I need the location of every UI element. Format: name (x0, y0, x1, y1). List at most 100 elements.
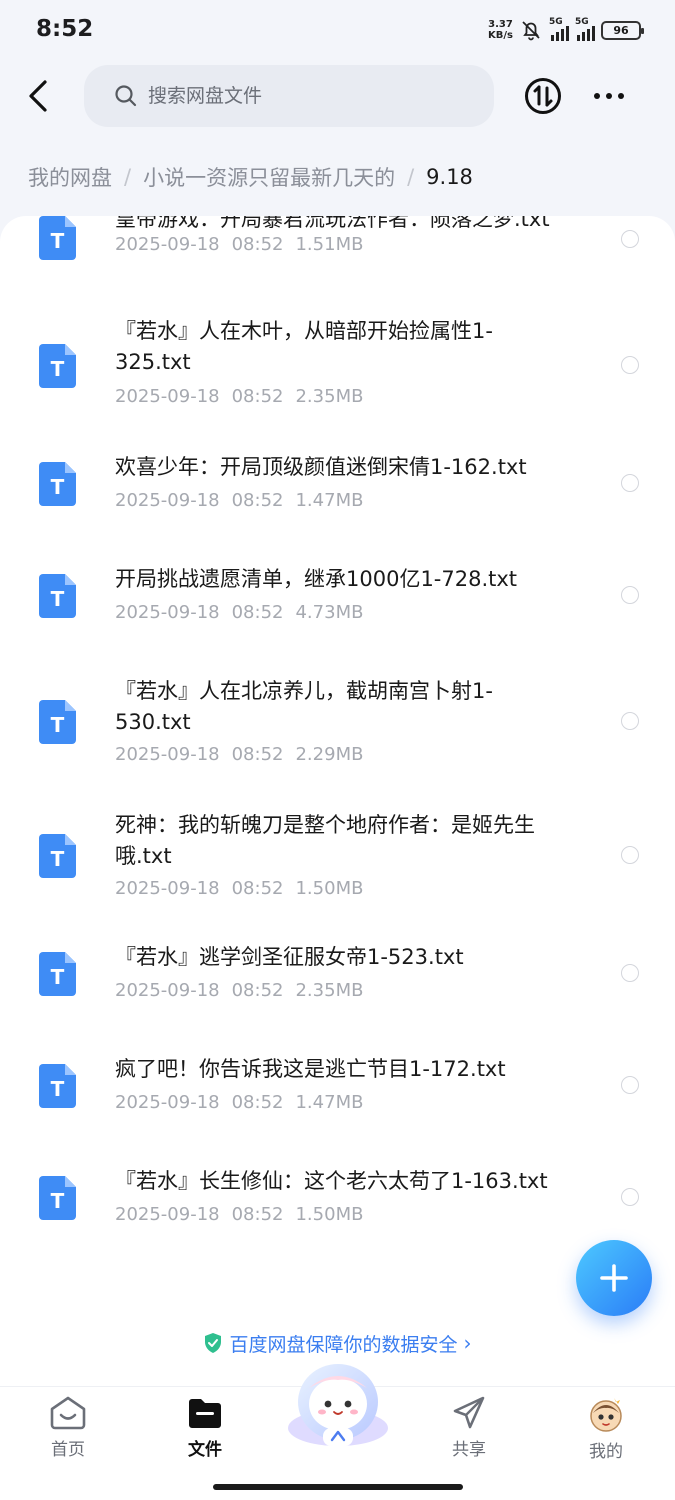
battery-icon: 96 (601, 20, 644, 40)
svg-text:T: T (51, 357, 65, 381)
file-date: 2025-09-18 (115, 980, 220, 1001)
file-meta: 2025-09-18 08:52 2.35MB (115, 386, 375, 407)
home-indicator[interactable] (213, 1484, 463, 1490)
file-row[interactable]: T 欢喜少年：开局顶级颜值迷倒宋倩1-162.txt 2025-09-18 08:… (0, 452, 675, 522)
file-date: 2025-09-18 (115, 1204, 220, 1225)
file-meta: 2025-09-18 08:52 1.50MB (115, 878, 375, 899)
nav-item-share[interactable]: 共享 (424, 1387, 514, 1467)
more-options-button[interactable] (594, 88, 630, 104)
file-time: 08:52 (231, 386, 284, 407)
status-bar: 8:52 3.37 KB/s 5G 5G 96 (0, 0, 675, 62)
file-time: 08:52 (231, 1092, 284, 1113)
file-row[interactable]: T 『若水』人在木叶，从暗部开始捡属性1-325.txt 2025-09-18 0… (0, 316, 675, 416)
txt-file-icon: T (39, 700, 76, 744)
select-checkbox[interactable] (621, 1076, 639, 1094)
back-button[interactable] (20, 76, 56, 116)
file-size: 1.51MB (295, 234, 364, 255)
txt-file-icon: T (39, 344, 76, 388)
folder-icon (189, 1399, 221, 1428)
txt-file-icon: T (39, 1176, 76, 1220)
svg-text:T: T (51, 475, 65, 499)
file-name: 死神：我的斩魄刀是整个地府作者：是姬先生哦.txt (115, 813, 535, 868)
select-checkbox[interactable] (621, 846, 639, 864)
nav-item-mine[interactable]: 我的 (561, 1387, 651, 1467)
breadcrumb: 我的网盘 / 小说一资源只留最新几天的 / 9.18 (28, 162, 473, 192)
file-date: 2025-09-18 (115, 744, 220, 765)
select-checkbox[interactable] (621, 712, 639, 730)
select-checkbox[interactable] (621, 964, 639, 982)
file-date: 2025-09-18 (115, 386, 220, 407)
file-time: 08:52 (231, 234, 284, 255)
breadcrumb-item-root[interactable]: 我的网盘 (28, 162, 112, 192)
dot-icon (606, 93, 612, 99)
file-time: 08:52 (231, 1204, 284, 1225)
nav-label-home: 首页 (51, 1440, 85, 1460)
add-button[interactable] (576, 1240, 652, 1316)
nav-label-share: 共享 (452, 1440, 486, 1460)
file-time: 08:52 (231, 744, 284, 765)
search-bar[interactable] (84, 65, 494, 127)
file-size: 1.47MB (295, 1092, 364, 1113)
file-row[interactable]: T 皇帝游戏：开局暴君流玩法作者：陨落之梦.txt 2025-09-18 08:5… (0, 216, 675, 284)
file-meta: 2025-09-18 08:52 4.73MB (115, 602, 375, 623)
file-time: 08:52 (231, 602, 284, 623)
file-meta: 2025-09-18 08:52 2.29MB (115, 744, 375, 765)
search-icon (115, 85, 137, 107)
share-plane-icon (453, 1396, 485, 1429)
file-date: 2025-09-18 (115, 490, 220, 511)
txt-file-icon: T (39, 834, 76, 878)
svg-text:T: T (51, 1077, 65, 1101)
header (0, 62, 675, 132)
file-size: 1.47MB (295, 490, 364, 511)
transfer-icon (525, 78, 561, 114)
file-size: 4.73MB (295, 602, 364, 623)
nav-label-mine: 我的 (589, 1442, 623, 1462)
transfer-list-button[interactable] (523, 76, 563, 116)
home-icon (50, 1396, 86, 1430)
signal-sim1-icon: 5G (549, 17, 569, 41)
file-size: 2.35MB (295, 386, 364, 407)
mascot-icon (288, 1364, 388, 1446)
txt-file-icon: T (39, 216, 76, 260)
select-checkbox[interactable] (621, 230, 639, 248)
select-checkbox[interactable] (621, 356, 639, 374)
file-meta: 2025-09-18 08:52 1.47MB (115, 490, 375, 511)
nav-item-home[interactable]: 首页 (23, 1387, 113, 1467)
file-name: 『若水』人在木叶，从暗部开始捡属性1-325.txt (115, 319, 493, 374)
file-size: 2.35MB (295, 980, 364, 1001)
file-row[interactable]: T 疯了吧！你告诉我这是逃亡节目1-172.txt 2025-09-18 08:5… (0, 1054, 675, 1124)
txt-file-icon: T (39, 574, 76, 618)
file-name: 开局挑战遗愿清单，继承1000亿1-728.txt (115, 567, 518, 591)
file-row[interactable]: T 死神：我的斩魄刀是整个地府作者：是姬先生哦.txt 2025-09-18 08… (0, 810, 675, 910)
search-input[interactable] (148, 85, 448, 107)
svg-text:T: T (51, 1189, 65, 1213)
file-meta: 2025-09-18 08:52 1.47MB (115, 1092, 375, 1113)
txt-file-icon: T (39, 952, 76, 996)
file-row[interactable]: T 『若水』人在北凉养儿，截胡南宫卜射1-530.txt 2025-09-18 0… (0, 676, 675, 776)
select-checkbox[interactable] (621, 1188, 639, 1206)
select-checkbox[interactable] (621, 586, 639, 604)
nav-item-files[interactable]: 文件 (160, 1387, 250, 1467)
file-row[interactable]: T 『若水』逃学剑圣征服女帝1-523.txt 2025-09-18 08:52 2… (0, 942, 675, 1012)
plus-icon (600, 1264, 628, 1292)
file-date: 2025-09-18 (115, 602, 220, 623)
breadcrumb-separator: / (407, 165, 415, 189)
txt-file-icon: T (39, 1064, 76, 1108)
status-icons: 3.37 KB/s 5G 5G 96 (488, 17, 644, 42)
ai-assistant-mascot[interactable] (279, 1356, 397, 1450)
dot-icon (618, 93, 624, 99)
breadcrumb-item-folder[interactable]: 小说一资源只留最新几天的 (143, 162, 395, 192)
dot-icon (594, 93, 600, 99)
file-row[interactable]: T 开局挑战遗愿清单，继承1000亿1-728.txt 2025-09-18 08… (0, 564, 675, 634)
select-checkbox[interactable] (621, 474, 639, 492)
nav-label-files: 文件 (188, 1440, 222, 1460)
avatar-icon (590, 1398, 622, 1432)
breadcrumb-item-current: 9.18 (426, 165, 473, 189)
file-name: 『若水』长生修仙：这个老六太苟了1-163.txt (115, 1169, 548, 1193)
file-name: 皇帝游戏：开局暴君流玩法作者：陨落之梦.txt (115, 216, 550, 231)
security-text: 百度网盘保障你的数据安全 (229, 1333, 458, 1356)
txt-file-icon: T (39, 462, 76, 506)
file-list: T 皇帝游戏：开局暴君流玩法作者：陨落之梦.txt 2025-09-18 08:5… (0, 216, 675, 1386)
file-size: 2.29MB (295, 744, 364, 765)
file-row[interactable]: T 『若水』长生修仙：这个老六太苟了1-163.txt 2025-09-18 08… (0, 1166, 675, 1236)
